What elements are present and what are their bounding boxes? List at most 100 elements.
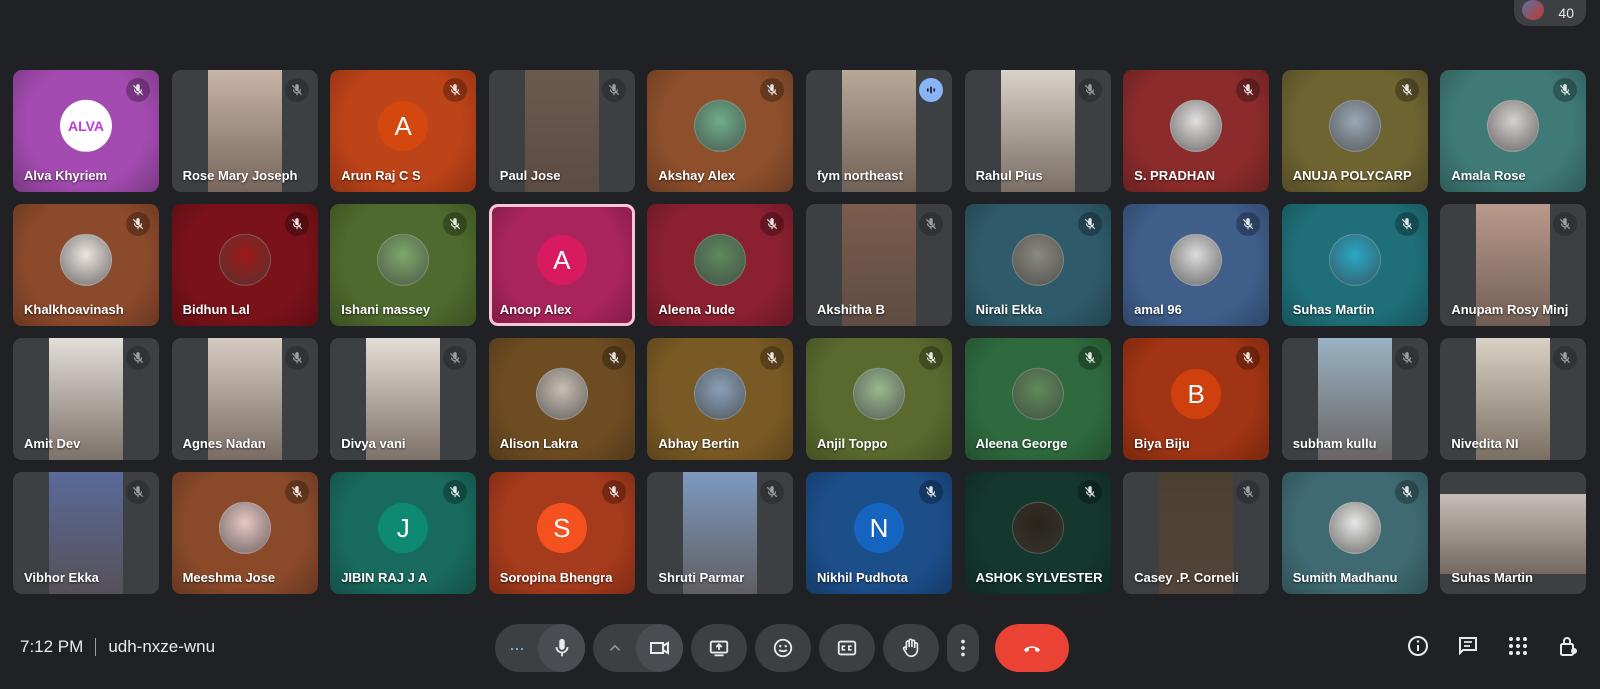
participant-grid: ALVA Alva Khyriem Rose Mary Joseph A Arun Ra… (13, 70, 1587, 594)
mic-off-icon (1553, 346, 1578, 370)
participant-tile[interactable]: Divya vani (330, 338, 477, 460)
participant-initial-avatar: N (853, 503, 904, 553)
mic-options-button[interactable]: ··· (495, 624, 538, 672)
participant-name: Amit Dev (24, 436, 81, 451)
mic-off-icon (1236, 480, 1261, 504)
meeting-code[interactable]: udh-nxze-wnu (108, 637, 215, 657)
participant-tile[interactable]: Aleena George (964, 338, 1111, 460)
mic-off-icon (1236, 212, 1261, 236)
participant-tile[interactable]: A Arun Raj C S (330, 70, 477, 192)
participant-tile[interactable]: Suhas Martin (1281, 204, 1428, 326)
participant-avatar (218, 233, 271, 286)
mic-off-icon (918, 212, 943, 236)
participant-tile[interactable]: S Soropina Bhengra (488, 472, 635, 594)
more-options-button[interactable] (947, 624, 979, 672)
participant-tile[interactable]: Casey .P. Corneli (1123, 472, 1270, 594)
participant-count-badge[interactable]: 40 (1514, 0, 1586, 26)
participant-tile[interactable]: Rose Mary Joseph (171, 70, 318, 192)
meeting-details-button[interactable] (1406, 634, 1430, 658)
host-controls-button[interactable] (1556, 634, 1580, 658)
camera-button[interactable] (636, 624, 683, 672)
participant-tile[interactable]: Sumith Madhanu (1281, 472, 1428, 594)
participant-tile[interactable]: ALVA Alva Khyriem (13, 70, 159, 192)
participant-tile[interactable]: Nirali Ekka (964, 204, 1111, 326)
microphone-button[interactable] (538, 624, 585, 672)
mic-off-icon (760, 78, 785, 102)
participant-tile[interactable]: Amit Dev (13, 338, 159, 460)
participant-tile[interactable]: amal 96 (1123, 204, 1270, 326)
camera-options-button[interactable] (593, 624, 636, 672)
mic-off-icon (601, 78, 626, 102)
participant-name: Khalkhoavinash (24, 302, 124, 317)
camera-icon (649, 641, 669, 655)
participant-name: Anoop Alex (499, 302, 572, 317)
mic-off-icon (284, 78, 309, 102)
participant-tile[interactable]: A Anoop Alex (488, 204, 635, 326)
mic-off-icon (1553, 78, 1578, 102)
participant-name: Casey .P. Corneli (1134, 570, 1239, 585)
participant-name: Suhas Martin (1292, 302, 1375, 317)
participant-tile[interactable]: Vibhor Ekka (13, 472, 159, 594)
mic-off-icon (284, 346, 309, 370)
participant-tile[interactable]: Akshay Alex (647, 70, 794, 192)
end-call-icon (1023, 646, 1041, 653)
participant-initial-avatar: A (378, 101, 429, 151)
participant-avatar (1328, 233, 1381, 286)
present-button[interactable] (691, 624, 747, 672)
participant-tile[interactable]: B Biya Biju (1123, 338, 1270, 460)
raise-hand-button[interactable] (883, 624, 939, 672)
participant-tile[interactable]: Nivedita NI (1440, 338, 1587, 460)
mic-off-icon (284, 480, 309, 504)
mic-off-icon (1394, 480, 1419, 504)
more-vert-icon (961, 639, 965, 657)
chat-button[interactable] (1456, 634, 1480, 658)
call-controls: ··· (495, 624, 1069, 672)
participant-name: Soropina Bhengra (499, 570, 613, 585)
participant-tile[interactable]: Amala Rose (1440, 70, 1587, 192)
mic-off-icon (443, 212, 468, 236)
participant-avatar (694, 367, 747, 420)
participant-tile[interactable]: ASHOK SYLVESTER (964, 472, 1111, 594)
emoji-reaction-button[interactable] (755, 624, 811, 672)
participant-tile[interactable]: Aleena Jude (647, 204, 794, 326)
mic-off-icon (284, 212, 309, 236)
participant-tile[interactable]: fym northeast (805, 70, 952, 192)
participant-tile[interactable]: Suhas Martin (1440, 472, 1587, 594)
participant-tile[interactable]: Anupam Rosy Minj (1440, 204, 1587, 326)
microphone-icon (555, 638, 568, 657)
participant-tile[interactable]: Abhay Bertin (647, 338, 794, 460)
mic-off-icon (1077, 212, 1102, 236)
participant-name: Arun Raj C S (341, 168, 421, 183)
participant-name: Anjil Toppo (816, 436, 888, 451)
participant-name: ANUJA POLYCARP (1292, 168, 1412, 183)
captions-button[interactable] (819, 624, 875, 672)
participant-tile[interactable]: Shruti Parmar (647, 472, 794, 594)
participant-tile[interactable]: Ishani massey (330, 204, 477, 326)
participant-name: Akshay Alex (658, 168, 736, 183)
activities-button[interactable] (1506, 634, 1530, 658)
participant-tile[interactable]: S. PRADHAN (1123, 70, 1270, 192)
participant-tile[interactable]: Anjil Toppo (805, 338, 952, 460)
participant-tile[interactable]: Meeshma Jose (171, 472, 318, 594)
mic-off-icon (126, 78, 150, 102)
participant-name: Amala Rose (1451, 168, 1526, 183)
participant-avatar (377, 233, 430, 286)
participant-tile[interactable]: subham kullu (1281, 338, 1428, 460)
leave-call-button[interactable] (995, 624, 1069, 672)
participant-tile[interactable]: ANUJA POLYCARP (1281, 70, 1428, 192)
side-panel-controls (1406, 634, 1580, 658)
participant-tile[interactable]: Bidhun Lal (171, 204, 318, 326)
participant-name: subham kullu (1292, 436, 1377, 451)
participant-tile[interactable]: Agnes Nadan (171, 338, 318, 460)
participant-tile[interactable]: Paul Jose (488, 70, 635, 192)
participant-tile[interactable]: Khalkhoavinash (13, 204, 159, 326)
participant-tile[interactable]: N Nikhil Pudhota (805, 472, 952, 594)
participant-tile[interactable]: Alison Lakra (488, 338, 635, 460)
participant-name: Aleena George (975, 436, 1068, 451)
participant-name: Abhay Bertin (658, 436, 740, 451)
participant-tile[interactable]: J JIBIN RAJ J A (330, 472, 477, 594)
participant-tile[interactable]: Akshitha B (805, 204, 952, 326)
participant-tile[interactable]: Rahul Pius (964, 70, 1111, 192)
mic-off-icon (760, 346, 785, 370)
participant-avatar (1011, 367, 1064, 420)
